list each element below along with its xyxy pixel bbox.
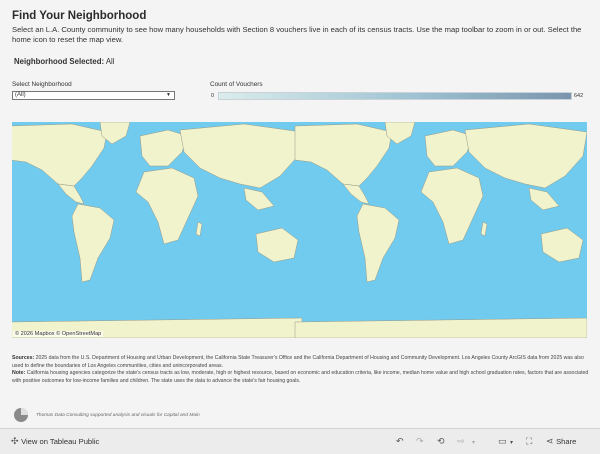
share-button[interactable]: ⋖ Share: [546, 436, 576, 447]
neighborhood-selected-value: All: [105, 57, 115, 66]
thomas-data-logo: [14, 408, 28, 422]
map-tile-right: [294, 122, 587, 338]
land-antarctica-repeat: [294, 317, 587, 338]
legend-color-ramp: [218, 92, 572, 100]
land-south-america-repeat: [356, 203, 400, 283]
footer-credit: Thomas Data Consulting supported analysi…: [36, 413, 200, 418]
sources-label: Sources:: [12, 355, 35, 361]
land-africa-repeat: [420, 167, 484, 245]
tableau-toolbar: ✣ View on Tableau Public ↶ ↷ ⟲ ⇨ ▾ ▭ ▾ ⛶…: [0, 428, 600, 454]
fullscreen-icon[interactable]: ⛶: [526, 436, 532, 447]
view-on-tableau-public-label: View on Tableau Public: [21, 437, 100, 446]
map-attribution[interactable]: © 2026 Mapbox © OpenStreetMap: [13, 331, 104, 337]
undo-icon[interactable]: ↶: [396, 436, 404, 447]
revert-icon[interactable]: ⟲: [437, 436, 445, 447]
sources-notes: Sources: 2025 data from the U.S. Departm…: [12, 355, 592, 385]
land-central-america: [57, 183, 85, 205]
legend-max: 642: [574, 93, 584, 99]
land-madagascar: [195, 221, 203, 237]
land-southeast-asia-repeat: [528, 187, 560, 211]
legend-min: 0: [211, 93, 215, 99]
neighborhood-dropdown-value: (All): [15, 92, 26, 98]
land-asia-repeat: [464, 123, 587, 189]
map-canvas: [12, 122, 587, 338]
legend-label: Count of Vouchers: [210, 81, 263, 88]
land-australia-repeat: [540, 227, 584, 263]
neighborhood-selected-label: Neighborhood Selected:: [14, 57, 105, 66]
land-madagascar-repeat: [480, 221, 488, 237]
note-text: California housing agencies categorize t…: [12, 370, 589, 384]
neighborhood-selected: Neighborhood Selected: All: [14, 57, 115, 66]
page-description: Select an L.A. County community to see h…: [12, 25, 582, 44]
share-label: Share: [556, 437, 577, 446]
pause-refresh-icon[interactable]: ⇨: [457, 436, 465, 447]
tableau-viz: Find Your Neighborhood Select an L.A. Co…: [0, 0, 600, 428]
chevron-down-icon[interactable]: ▾: [472, 439, 475, 446]
land-north-america-repeat: [294, 123, 393, 187]
redo-icon[interactable]: ↷: [416, 436, 424, 447]
land-central-america-repeat: [342, 183, 370, 205]
comment-icon[interactable]: ▭: [498, 436, 507, 447]
neighborhood-dropdown[interactable]: (All) ▼: [12, 91, 175, 100]
caret-down-icon: ▼: [166, 92, 171, 98]
tableau-logo-icon: ✣: [11, 436, 19, 446]
comment-chevron-down-icon[interactable]: ▾: [510, 439, 513, 446]
land-africa: [135, 167, 199, 245]
sources-text: 2025 data from the U.S. Department of Ho…: [12, 355, 584, 369]
note-label: Note:: [12, 370, 26, 377]
page-title: Find Your Neighborhood: [12, 10, 147, 22]
world-map[interactable]: © 2026 Mapbox © OpenStreetMap: [12, 122, 587, 338]
share-icon: ⋖: [546, 436, 554, 446]
land-north-america: [12, 123, 108, 187]
view-on-tableau-public-button[interactable]: ✣ View on Tableau Public: [11, 436, 99, 447]
select-neighborhood-label: Select Neighborhood: [12, 81, 72, 88]
land-south-america: [71, 203, 115, 283]
land-southeast-asia: [243, 187, 275, 211]
map-tile-left: [12, 122, 303, 338]
land-asia: [179, 123, 303, 189]
land-australia: [255, 227, 299, 263]
